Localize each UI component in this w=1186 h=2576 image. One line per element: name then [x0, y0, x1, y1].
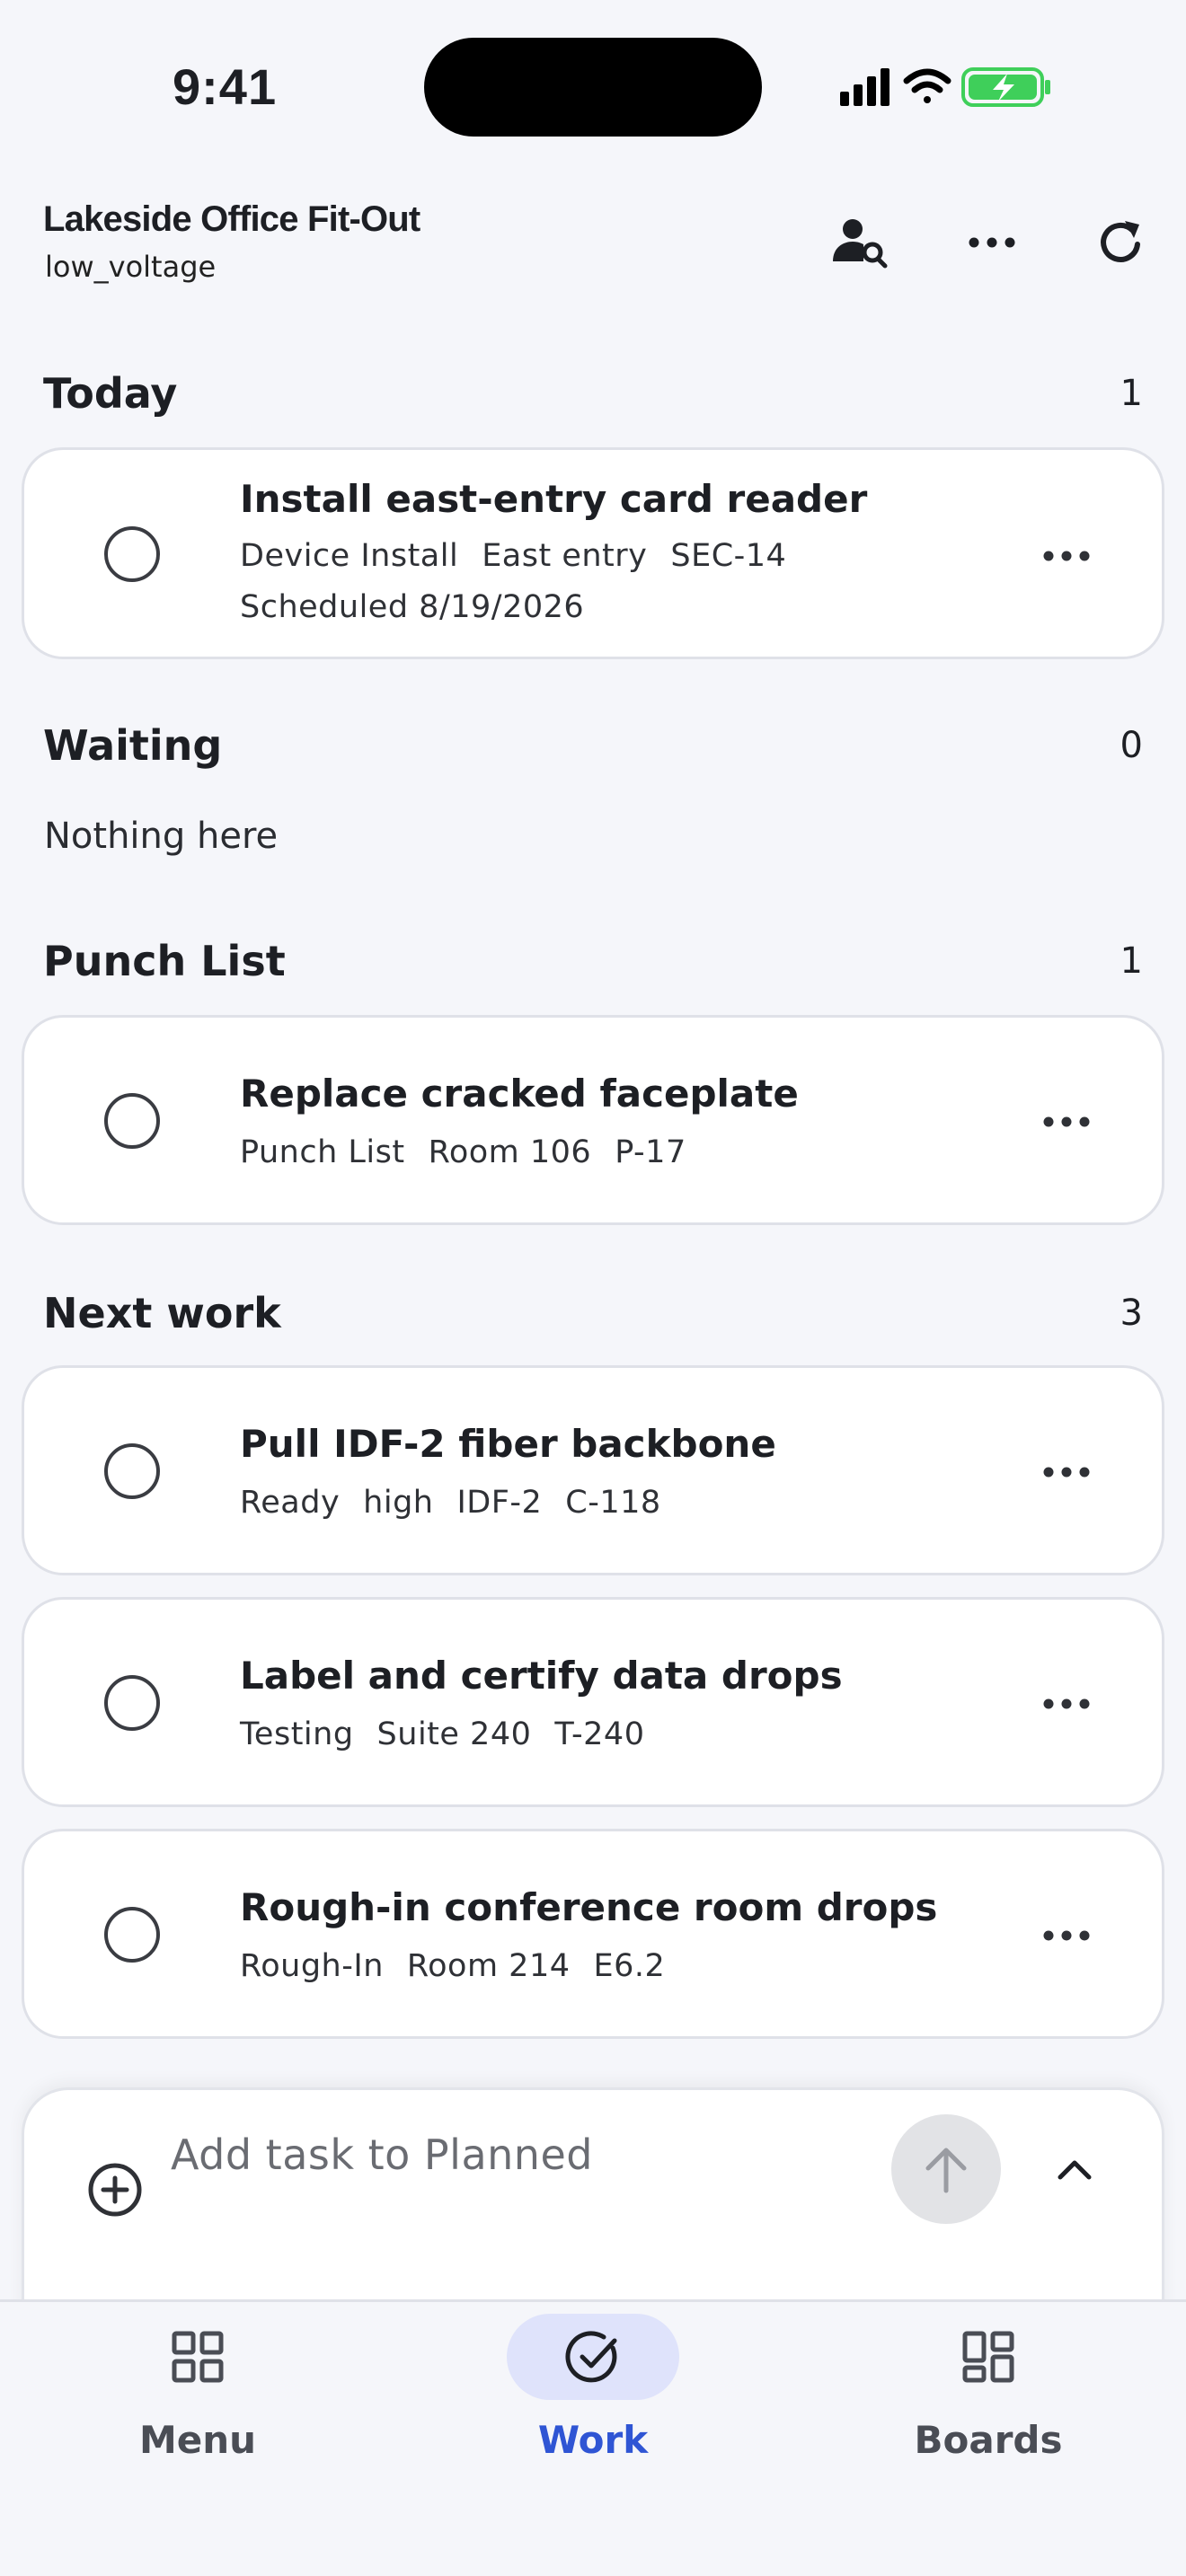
status-time: 9:41	[173, 58, 278, 115]
nav-item-menu[interactable]: Menu	[90, 2314, 305, 2462]
task-code: P-17	[615, 1134, 686, 1170]
task-checkbox[interactable]	[104, 526, 160, 582]
arrow-up-icon	[925, 2148, 967, 2193]
empty-state: Nothing here	[44, 816, 279, 857]
more-horizontal-icon	[969, 237, 1015, 248]
task-meta: Punch List Room 106 P-17	[240, 1134, 686, 1170]
section-header-today: Today 1	[43, 366, 1143, 420]
task-location: Suite 240	[376, 1716, 532, 1752]
task-location: Room 214	[406, 1948, 571, 1984]
task-location: Room 106	[428, 1134, 592, 1170]
project-trade: low_voltage	[45, 250, 217, 284]
task-checkbox[interactable]	[104, 1907, 160, 1963]
section-title: Waiting	[43, 721, 223, 770]
refresh-icon	[1101, 221, 1140, 262]
task-card[interactable]: Pull IDF-2 fiber backbone Ready high IDF-2…	[22, 1365, 1164, 1575]
nav-label: Boards	[914, 2418, 1063, 2462]
nav-item-work[interactable]: Work	[485, 2314, 701, 2462]
assignee-filter-button[interactable]	[825, 207, 897, 278]
more-horizontal-icon	[1043, 1930, 1090, 1941]
task-status: Ready	[240, 1485, 341, 1521]
task-title: Rough-in conference room drops	[240, 1885, 938, 1929]
section-header-next-work: Next work 3	[43, 1286, 1143, 1340]
section-header-waiting: Waiting 0	[43, 719, 1143, 772]
task-meta: Device Install East entry SEC-14	[240, 538, 786, 574]
nav-label: Work	[537, 2418, 649, 2462]
section-count: 0	[1120, 725, 1143, 766]
task-code: T-240	[554, 1716, 645, 1752]
task-card[interactable]: Replace cracked faceplate Punch List Room…	[22, 1015, 1164, 1225]
task-more-button[interactable]	[1031, 538, 1102, 574]
nav-pill-active	[507, 2314, 679, 2400]
more-horizontal-icon	[1043, 1698, 1090, 1709]
task-category: Testing	[240, 1716, 354, 1752]
section-count: 3	[1120, 1292, 1143, 1334]
task-priority: high	[363, 1485, 434, 1521]
task-title: Install east-entry card reader	[240, 477, 868, 521]
grid-icon	[172, 2331, 224, 2383]
task-more-button[interactable]	[1031, 1454, 1102, 1490]
nav-pill	[111, 2314, 284, 2400]
battery-icon	[961, 67, 1050, 107]
task-meta: Rough-In Room 214 E6.2	[240, 1948, 665, 1984]
task-more-button[interactable]	[1031, 1918, 1102, 1954]
check-circle-icon	[565, 2331, 617, 2383]
task-code: SEC-14	[670, 538, 787, 574]
dashboard-icon	[962, 2331, 1014, 2383]
task-card[interactable]: Rough-in conference room drops Rough-In R…	[22, 1829, 1164, 2039]
task-category: Rough-In	[240, 1948, 384, 1984]
dynamic-island	[424, 38, 762, 137]
chevron-up-icon[interactable]	[1055, 2154, 1094, 2184]
task-title: Label and certify data drops	[240, 1654, 843, 1698]
task-location: IDF-2	[456, 1485, 543, 1521]
status-icons	[840, 67, 1050, 107]
task-meta: Testing Suite 240 T-240	[240, 1716, 644, 1752]
nav-pill	[902, 2314, 1075, 2400]
add-task-input[interactable]: Add task to Planned	[171, 2130, 593, 2179]
task-checkbox[interactable]	[104, 1675, 160, 1731]
task-code: E6.2	[593, 1948, 666, 1984]
task-card[interactable]: Install east-entry card reader Device In…	[22, 447, 1164, 659]
section-count: 1	[1120, 940, 1143, 982]
refresh-button[interactable]	[1085, 207, 1157, 278]
screen: 9:41 Lakeside Office Fit-Out low_voltage	[0, 0, 1186, 2576]
more-horizontal-icon	[1043, 1116, 1090, 1127]
task-more-button[interactable]	[1031, 1104, 1102, 1140]
task-location: East entry	[482, 538, 648, 574]
add-circle-icon[interactable]	[86, 2161, 144, 2219]
section-title: Next work	[43, 1289, 281, 1337]
nav-label: Menu	[138, 2418, 257, 2462]
task-title: Pull IDF-2 fiber backbone	[240, 1422, 776, 1466]
task-meta: Ready high IDF-2 C-118	[240, 1485, 661, 1521]
task-more-button[interactable]	[1031, 1686, 1102, 1722]
person-search-icon	[833, 219, 888, 269]
nav-item-boards[interactable]: Boards	[881, 2314, 1096, 2462]
section-count: 1	[1120, 373, 1143, 414]
section-header-punch-list: Punch List 1	[43, 934, 1143, 988]
more-options-button[interactable]	[956, 207, 1028, 278]
task-card[interactable]: Label and certify data drops Testing Suit…	[22, 1597, 1164, 1807]
send-button[interactable]	[891, 2114, 1001, 2224]
task-checkbox[interactable]	[104, 1093, 160, 1149]
task-checkbox[interactable]	[104, 1443, 160, 1499]
section-title: Punch List	[43, 937, 286, 985]
project-title: Lakeside Office Fit-Out	[43, 199, 420, 239]
more-horizontal-icon	[1043, 551, 1090, 561]
task-category: Punch List	[240, 1134, 405, 1170]
signal-icon	[840, 68, 890, 106]
task-scheduled: Scheduled 8/19/2026	[240, 589, 585, 625]
section-title: Today	[43, 369, 178, 418]
wifi-icon	[903, 68, 951, 103]
task-code: C-118	[565, 1485, 661, 1521]
more-horizontal-icon	[1043, 1467, 1090, 1478]
task-title: Replace cracked faceplate	[240, 1072, 799, 1116]
task-category: Device Install	[240, 538, 459, 574]
